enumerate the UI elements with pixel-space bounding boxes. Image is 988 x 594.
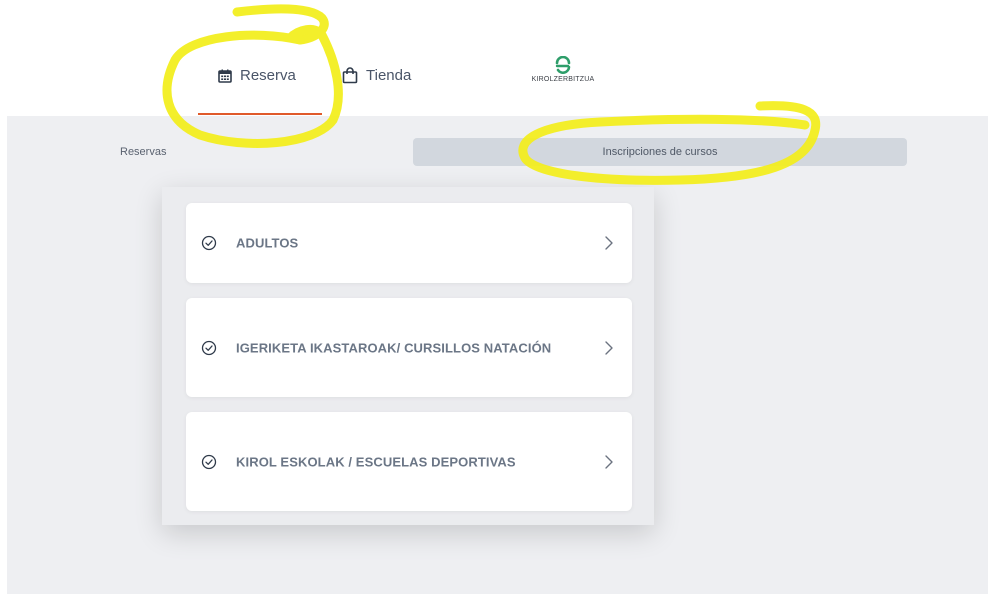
tab-reserva[interactable]: Reserva — [218, 67, 296, 84]
course-label: ADULTOS — [236, 235, 299, 251]
active-tab-indicator — [198, 113, 322, 115]
subtab-inscripciones-label: Inscripciones de cursos — [602, 146, 718, 158]
kirolzerbitzua-logo — [555, 56, 571, 74]
course-label: KIROL ESKOLAK / ESCUELAS DEPORTIVAS — [236, 454, 516, 469]
subtab-inscripciones-de-cursos[interactable]: Inscripciones de cursos — [413, 138, 907, 166]
top-navigation: Reserva Tienda KIROLZERBITZUA — [0, 0, 988, 116]
subtab-reservas[interactable]: Reservas — [120, 146, 166, 158]
shopping-bag-icon — [342, 67, 358, 84]
brand-name: KIROLZERBITZUA — [531, 76, 595, 83]
tab-reserva-label: Reserva — [240, 67, 296, 84]
calendar-icon — [218, 69, 232, 83]
chevron-right-icon — [605, 340, 613, 355]
check-circle-icon — [201, 340, 217, 355]
brand[interactable]: KIROLZERBITZUA — [514, 56, 612, 83]
tab-tienda-label: Tienda — [366, 67, 412, 84]
tab-tienda[interactable]: Tienda — [342, 67, 411, 84]
course-card-adultos[interactable]: ADULTOS — [186, 203, 632, 283]
chevron-right-icon — [605, 454, 613, 469]
check-circle-icon — [201, 235, 217, 251]
course-label: IGERIKETA IKASTAROAK/ CURSILLOS NATACIÓN — [236, 340, 552, 355]
chevron-right-icon — [605, 236, 613, 250]
course-card-kirol-eskolak[interactable]: KIROL ESKOLAK / ESCUELAS DEPORTIVAS — [186, 412, 632, 511]
course-card-igeriketa[interactable]: IGERIKETA IKASTAROAK/ CURSILLOS NATACIÓN — [186, 298, 632, 397]
check-circle-icon — [201, 454, 217, 469]
